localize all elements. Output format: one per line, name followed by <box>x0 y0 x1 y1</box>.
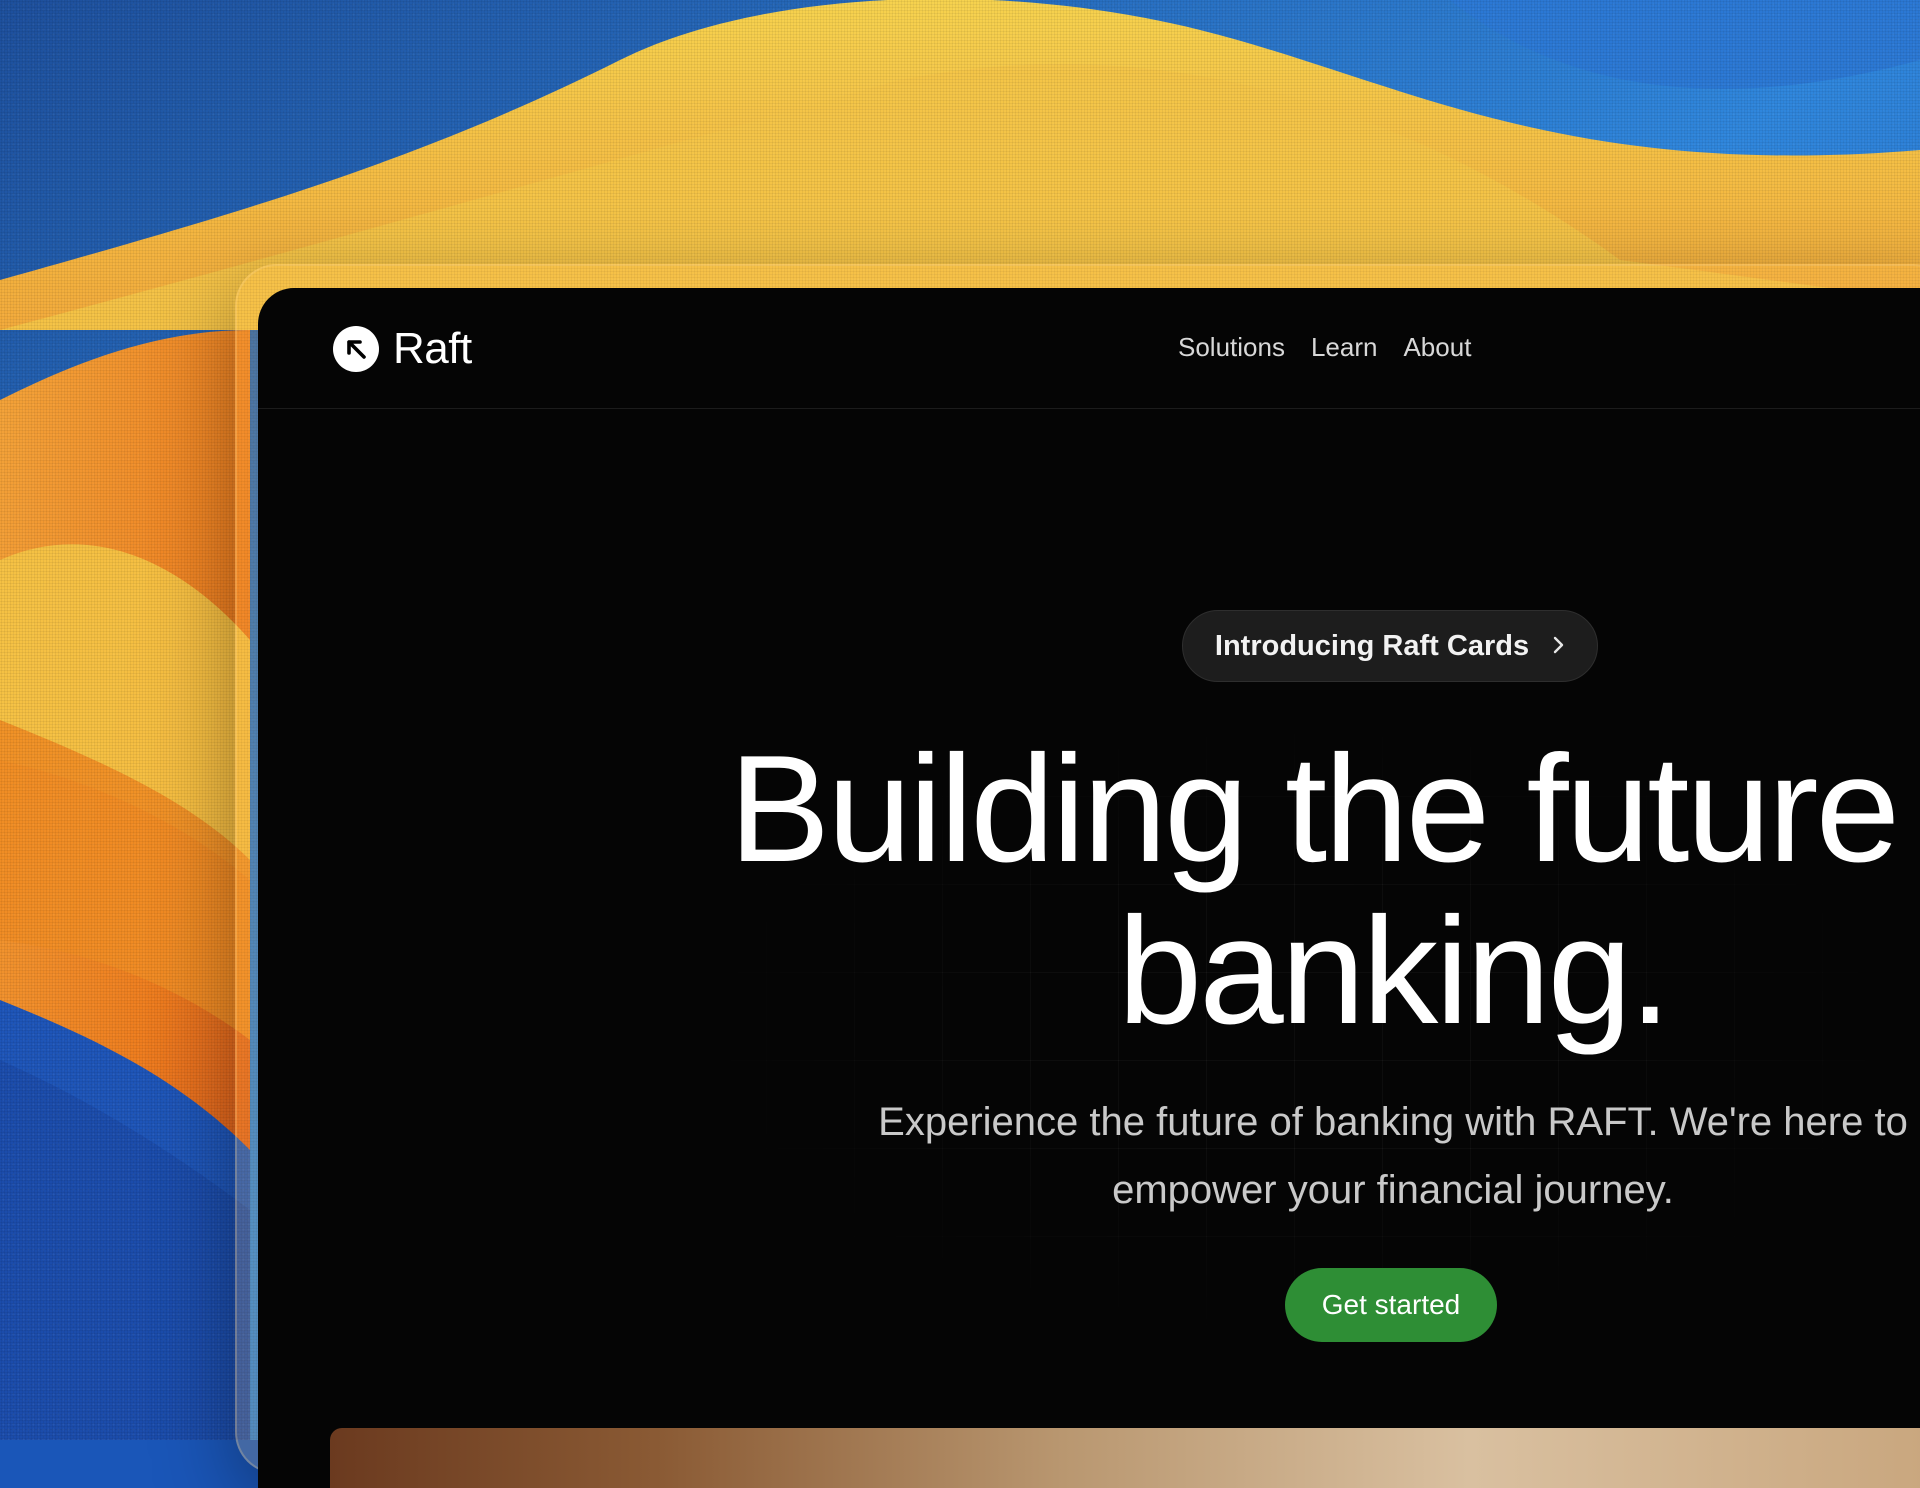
nav-link-about[interactable]: About <box>1403 332 1471 363</box>
announcement-pill[interactable]: Introducing Raft Cards <box>1182 610 1598 682</box>
brand-name: Raft <box>393 324 472 373</box>
browser-window: Raft Solutions Learn About Introducing R… <box>258 288 1920 1488</box>
hero-preview-image <box>330 1428 1920 1488</box>
announcement-label: Introducing Raft Cards <box>1214 629 1530 662</box>
headline-line-2: banking. <box>1117 886 1672 1056</box>
nav-link-learn[interactable]: Learn <box>1311 332 1378 363</box>
hero-subtitle: Experience the future of banking with RA… <box>878 1100 1908 1212</box>
navbar: Raft Solutions Learn About <box>258 288 1920 409</box>
headline-line-1: Building the future of <box>728 724 1920 894</box>
chevron-right-icon <box>1551 630 1565 663</box>
get-started-button[interactable]: Get started <box>1285 1268 1497 1342</box>
arrow-up-left-icon <box>333 326 379 372</box>
brand[interactable]: Raft <box>333 324 472 374</box>
hero-headline: Building the future of banking. <box>670 728 1920 1052</box>
nav-link-solutions[interactable]: Solutions <box>1178 332 1285 363</box>
main-nav: Solutions Learn About <box>1178 332 1471 363</box>
